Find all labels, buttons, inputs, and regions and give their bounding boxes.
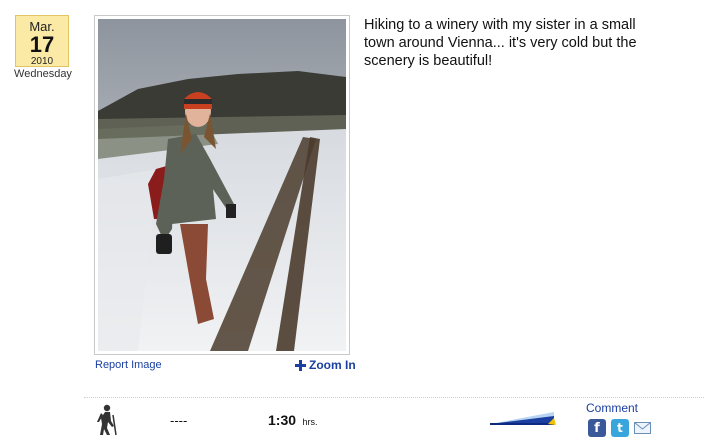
report-image-link[interactable]: Report Image [95, 359, 162, 371]
distance-value: ---- [170, 413, 188, 428]
twitter-icon[interactable]: t [611, 419, 629, 437]
date-weekday: Wednesday [14, 68, 72, 80]
date-day: 17 [29, 32, 55, 57]
share-icons: f t [588, 419, 651, 437]
date-badge: Mar. 17 2010 [15, 15, 69, 67]
entry-caption: Hiking to a winery with my sister in a s… [364, 17, 637, 69]
facebook-icon[interactable]: f [588, 419, 606, 437]
difficulty-meter-icon [490, 412, 556, 425]
duration-unit: hrs. [302, 417, 318, 427]
photo-image[interactable] [98, 19, 346, 351]
divider [84, 397, 704, 398]
zoom-in-label: Zoom In [309, 358, 356, 372]
date-year: 2010 [30, 56, 54, 67]
email-icon[interactable] [634, 422, 651, 434]
plus-icon [295, 359, 306, 371]
duration-value: 1:30 [268, 412, 297, 428]
zoom-in-link[interactable]: Zoom In [295, 358, 356, 372]
entry-photo[interactable] [94, 15, 350, 355]
hiker-icon [97, 404, 117, 436]
comment-link[interactable]: Comment [586, 401, 638, 415]
duration: 1:30 hrs. [268, 412, 318, 430]
